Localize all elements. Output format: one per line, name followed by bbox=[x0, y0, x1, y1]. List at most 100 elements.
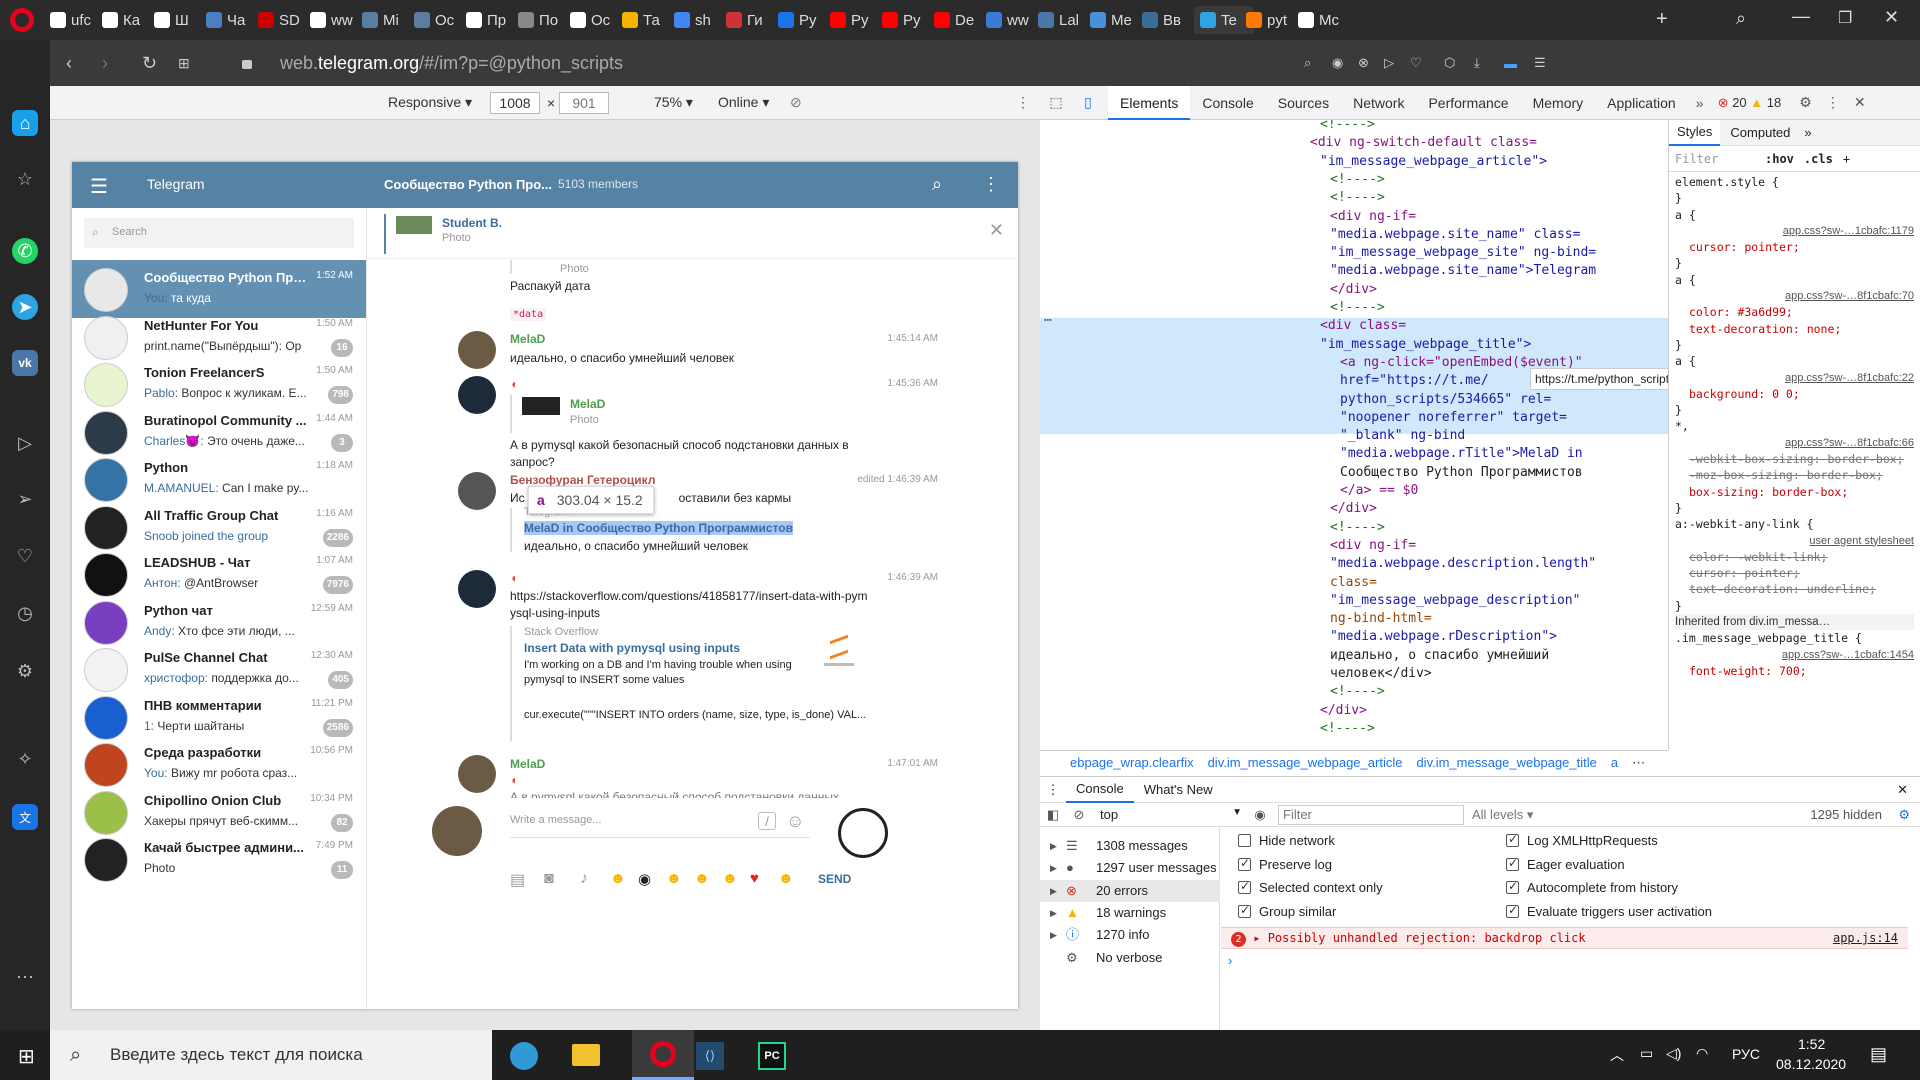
browser-tab[interactable]: Mc bbox=[1298, 6, 1346, 34]
chat-avatar[interactable] bbox=[838, 808, 888, 858]
style-rule-line[interactable]: a { bbox=[1675, 207, 1914, 223]
html-line[interactable]: python_scripts/534665" rel= bbox=[1340, 391, 1551, 409]
styles-tab[interactable]: Styles bbox=[1669, 120, 1721, 146]
settings-icon[interactable]: ⚙ bbox=[12, 658, 38, 684]
cube-icon[interactable]: ⬡ bbox=[1444, 55, 1455, 71]
console-option[interactable]: Autocomplete from history bbox=[1506, 879, 1712, 904]
html-line[interactable]: ng-bind-html= bbox=[1330, 610, 1432, 628]
style-rule-line[interactable]: a { bbox=[1675, 353, 1914, 369]
attach-photo-icon[interactable]: ◙ bbox=[544, 870, 554, 888]
devtools-tab-memory[interactable]: Memory bbox=[1521, 86, 1596, 120]
emoji-icon[interactable]: ☺ bbox=[786, 811, 804, 832]
webpage-title[interactable]: Insert Data with pymysql using inputs bbox=[524, 641, 740, 655]
volume-icon[interactable]: ◁) bbox=[1666, 1045, 1681, 1062]
console-sidebar-item[interactable]: ▶ ▲ 18 warnings bbox=[1040, 902, 1220, 924]
console-option[interactable]: Log XMLHttpRequests bbox=[1506, 832, 1712, 857]
style-rule-line[interactable]: element.style { bbox=[1675, 174, 1914, 190]
emoji-cool-icon[interactable]: ☻ bbox=[694, 870, 710, 887]
speed-dial-icon[interactable]: ☆ bbox=[12, 166, 38, 192]
style-rule-line[interactable]: a { bbox=[1675, 272, 1914, 288]
translate-icon[interactable]: 文 bbox=[12, 804, 38, 830]
style-rule-line[interactable]: } bbox=[1675, 337, 1914, 353]
close-pinned-icon[interactable]: ✕ bbox=[989, 220, 1004, 241]
live-expression-icon[interactable]: ◉ bbox=[1242, 807, 1278, 823]
devtools-menu-icon[interactable]: ⋮ bbox=[1826, 94, 1840, 111]
error-source-link[interactable]: app.js:14 bbox=[1833, 928, 1898, 948]
checkbox[interactable] bbox=[1238, 903, 1251, 918]
context-select[interactable]: top ▼ bbox=[1092, 807, 1242, 822]
network-select[interactable]: Online ▾ bbox=[718, 94, 769, 111]
zoom-icon[interactable]: ⌕ bbox=[1304, 55, 1311, 71]
browser-tab[interactable]: Ш bbox=[154, 6, 202, 34]
reply-quote[interactable]: MelaD Photo bbox=[510, 395, 605, 433]
console-option[interactable]: Selected context only bbox=[1238, 879, 1383, 904]
bulb-icon[interactable]: ✧ bbox=[12, 746, 38, 772]
history-icon[interactable]: ◷ bbox=[12, 600, 38, 626]
browser-tab[interactable]: SD bbox=[258, 6, 306, 34]
drawer-tab-console[interactable]: Console bbox=[1066, 776, 1134, 803]
node-ellipsis-icon[interactable]: ⋯ bbox=[1044, 312, 1052, 330]
console-option[interactable]: Eager evaluation bbox=[1506, 856, 1712, 881]
webpage-preview[interactable]: Stack Overflow Insert Data with pymysql … bbox=[510, 626, 890, 741]
html-line[interactable]: <div class= bbox=[1320, 317, 1406, 335]
style-rule-line[interactable]: a:-webkit-any-link { bbox=[1675, 516, 1914, 532]
avatar[interactable] bbox=[458, 376, 496, 414]
adblock-icon[interactable]: ⊗ bbox=[1358, 55, 1369, 71]
breadcrumb-item[interactable]: div.im_message_webpage_article bbox=[1208, 755, 1403, 770]
chat-menu-icon[interactable]: ⋮ bbox=[982, 174, 1000, 195]
style-rule-line[interactable]: app.css?sw-…8f1cbafc:70 bbox=[1675, 288, 1914, 304]
pycharm-icon[interactable]: PC bbox=[758, 1042, 786, 1070]
style-rule-line[interactable]: color: -webkit-link; bbox=[1675, 549, 1914, 565]
devtools-tab-performance[interactable]: Performance bbox=[1416, 86, 1520, 120]
bookmark-heart-icon[interactable]: ♡ bbox=[1410, 55, 1422, 71]
style-rule-line[interactable]: app.css?sw-…1cbafc:1454 bbox=[1675, 647, 1914, 663]
pinned-message[interactable]: Student B. Photo ✕ bbox=[384, 214, 1004, 254]
opera-logo-icon[interactable] bbox=[10, 8, 34, 32]
clock-time[interactable]: 1:52 bbox=[1798, 1036, 1825, 1052]
style-rule-line[interactable]: } bbox=[1675, 190, 1914, 206]
console-sidebar-item[interactable]: ⚙ No verbose bbox=[1040, 947, 1220, 969]
console-sidebar-item[interactable]: ▶ ⓘ 1270 info bbox=[1040, 924, 1220, 946]
clock-date[interactable]: 08.12.2020 bbox=[1776, 1056, 1846, 1072]
html-line[interactable]: "im_message_webpage_article"> bbox=[1320, 153, 1547, 171]
style-rule-line[interactable]: font-weight: 700; bbox=[1675, 663, 1914, 679]
html-line[interactable]: <div ng-if= bbox=[1330, 208, 1416, 226]
computed-tab[interactable]: Computed bbox=[1720, 120, 1800, 145]
message-author[interactable]: MelaD bbox=[510, 332, 545, 346]
devtools-tab-elements[interactable]: Elements bbox=[1108, 85, 1191, 120]
emoji-sweat-icon[interactable]: ☻ bbox=[666, 870, 682, 887]
browser-tab[interactable]: Me bbox=[1090, 6, 1138, 34]
play-icon[interactable]: ▷ bbox=[1384, 55, 1394, 71]
console-sidebar-item[interactable]: ▶ ⊗ 20 errors bbox=[1040, 879, 1220, 902]
player-icon[interactable]: ▷ bbox=[12, 430, 38, 456]
new-tab-icon[interactable]: + bbox=[1656, 8, 1668, 31]
device-toggle-icon[interactable]: ▯ bbox=[1072, 94, 1104, 111]
console-prompt[interactable]: › bbox=[1228, 953, 1232, 968]
html-line[interactable]: Сообщество Python Программистов bbox=[1340, 464, 1583, 482]
html-line[interactable]: "media.webpage.description.length" bbox=[1330, 555, 1596, 573]
checkbox[interactable] bbox=[1506, 879, 1519, 894]
rotate-icon[interactable]: ⊘ bbox=[790, 94, 802, 111]
browser-tab[interactable]: Py bbox=[882, 6, 930, 34]
avatar[interactable] bbox=[458, 755, 496, 793]
more-tabs-icon[interactable]: » bbox=[1688, 95, 1712, 111]
html-line[interactable]: <!----> bbox=[1330, 519, 1385, 537]
avatar[interactable] bbox=[458, 570, 496, 608]
browser-tab[interactable]: ww bbox=[986, 6, 1034, 34]
browser-tab[interactable]: Ос bbox=[570, 6, 618, 34]
drawer-tab-whats-new[interactable]: What's New bbox=[1134, 777, 1223, 802]
browser-tab[interactable]: Lal bbox=[1038, 6, 1086, 34]
webpage-title-link[interactable]: MelaD in Сообщество Python Программистов bbox=[524, 521, 794, 535]
checkbox[interactable] bbox=[1506, 856, 1519, 871]
devtools-settings-icon[interactable]: ⚙ bbox=[1799, 94, 1812, 111]
devtools-tab-sources[interactable]: Sources bbox=[1266, 86, 1341, 120]
browser-tab[interactable]: Py bbox=[830, 6, 878, 34]
checkbox[interactable] bbox=[1238, 856, 1251, 871]
webpage-preview[interactable]: Telegram MelaD in Сообщество Python Прог… bbox=[510, 506, 794, 553]
browser-tab[interactable]: Ка bbox=[102, 6, 150, 34]
checkbox[interactable] bbox=[1506, 903, 1519, 918]
console-option[interactable]: Evaluate triggers user activation bbox=[1506, 903, 1712, 928]
browser-tab[interactable]: Пр bbox=[466, 6, 514, 34]
browser-tab[interactable]: Ча bbox=[206, 6, 254, 34]
console-option[interactable]: Preserve log bbox=[1238, 856, 1383, 881]
